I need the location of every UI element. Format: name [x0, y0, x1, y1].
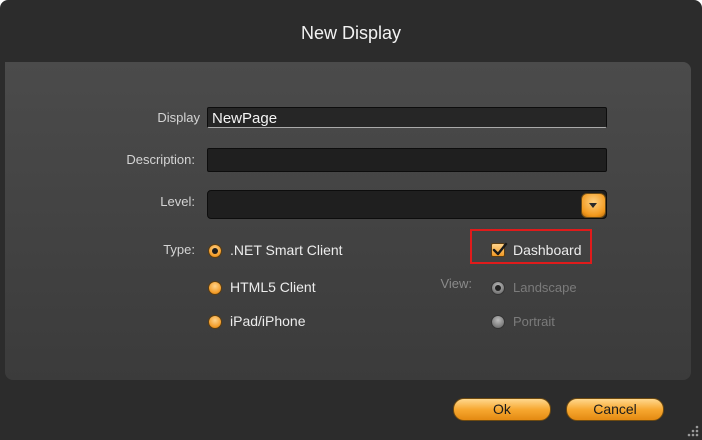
view-label: View:	[440, 276, 472, 291]
radio-net-smart-client-label: .NET Smart Client	[230, 242, 343, 258]
radio-portrait[interactable]	[491, 315, 505, 329]
radio-landscape[interactable]	[491, 281, 505, 295]
type-label: Type:	[163, 242, 195, 257]
radio-html5-client-label: HTML5 Client	[230, 279, 316, 295]
description-label: Description:	[126, 152, 195, 167]
new-display-dialog: New Display Display NewPage Description:…	[0, 0, 702, 440]
radio-landscape-label: Landscape	[513, 280, 577, 295]
radio-portrait-label: Portrait	[513, 314, 555, 329]
cancel-button[interactable]: Cancel	[566, 398, 664, 421]
checkmark-icon	[492, 242, 508, 256]
dashboard-label: Dashboard	[513, 242, 582, 258]
description-field[interactable]	[207, 148, 607, 172]
display-label: Display	[157, 110, 200, 125]
chevron-down-icon[interactable]	[581, 193, 606, 218]
ok-button[interactable]: Ok	[453, 398, 551, 421]
display-field[interactable]: NewPage	[207, 107, 607, 128]
radio-ipad-iphone-label: iPad/iPhone	[230, 313, 306, 329]
level-dropdown[interactable]	[207, 190, 607, 219]
resize-grip-icon[interactable]	[680, 418, 700, 438]
dialog-title: New Display	[300, 23, 402, 43]
level-label: Level:	[160, 194, 195, 209]
radio-net-smart-client[interactable]	[208, 244, 222, 258]
radio-ipad-iphone[interactable]	[208, 315, 222, 329]
radio-html5-client[interactable]	[208, 281, 222, 295]
dashboard-checkbox[interactable]	[491, 242, 508, 257]
